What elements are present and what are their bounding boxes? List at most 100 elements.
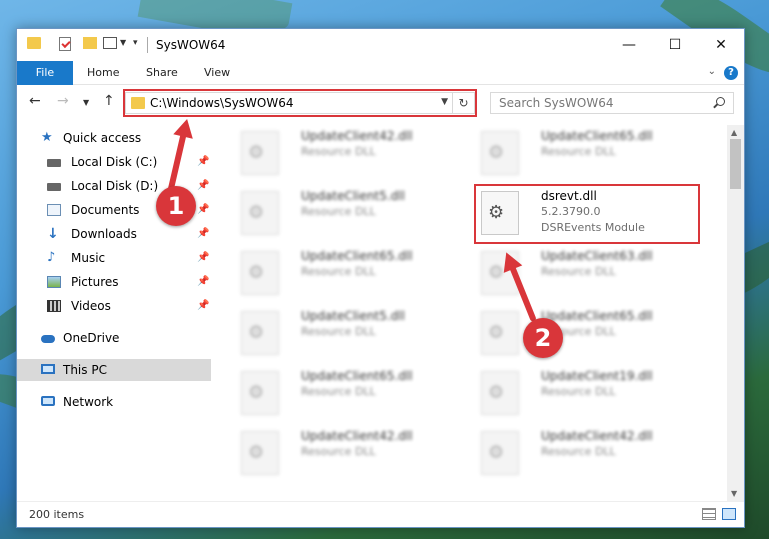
properties-icon[interactable] [59,37,71,51]
new-folder-icon[interactable] [83,37,97,49]
disk-icon [47,159,61,167]
window-title: SysWOW64 [156,38,226,52]
file-tile[interactable]: UpdateClient65.dll Resource DLL [237,367,467,421]
videos-icon [47,300,61,312]
file-name: UpdateClient65.dll [301,249,413,263]
sidebar-item-this-pc[interactable]: This PC [17,359,211,381]
file-description: Resource DLL [541,445,616,458]
search-box[interactable]: Search SysWOW64 [490,92,734,114]
dll-file-icon [241,251,279,295]
scrollbar-thumb[interactable] [730,139,741,189]
sidebar-item-downloads[interactable]: ↓ Downloads 📌 [17,223,211,245]
file-description: Resource DLL [301,325,376,338]
minimize-button[interactable]: — [606,29,652,61]
pin-icon[interactable]: 📌 [197,199,209,221]
pin-icon[interactable]: 📌 [197,223,209,245]
file-description: Resource DLL [301,265,376,278]
file-name: UpdateClient19.dll [541,369,653,383]
sidebar-item-label: Network [63,395,114,409]
music-icon: ♪ [47,250,56,265]
divider [147,37,148,53]
downloads-icon: ↓ [47,226,59,242]
sidebar-item-network[interactable]: Network [17,391,211,413]
close-button[interactable]: ✕ [698,29,744,61]
vertical-scrollbar[interactable]: ▲ ▼ [727,125,744,501]
disk-icon [47,183,61,191]
file-description: Resource DLL [541,385,616,398]
scroll-up-icon[interactable]: ▲ [731,128,737,137]
sidebar-item-label: This PC [63,363,107,377]
file-name: UpdateClient42.dll [541,429,653,443]
file-tile[interactable]: UpdateClient65.dll Resource DLL [477,307,707,361]
sidebar-item-label: Documents [71,203,140,217]
pin-icon[interactable]: 📌 [197,271,209,293]
customize-toolbar-icon[interactable]: ▾ [133,38,138,48]
dll-file-icon [481,371,519,415]
network-icon [41,396,55,406]
file-name: UpdateClient5.dll [301,309,405,323]
dll-file-icon [241,311,279,355]
sidebar-item-music[interactable]: ♪ Music 📌 [17,247,211,269]
sidebar-item-videos[interactable]: Videos 📌 [17,295,211,317]
sidebar-item-label: Quick access [63,131,142,145]
file-name: UpdateClient5.dll [301,189,405,203]
dll-file-icon [241,131,279,175]
dll-file-icon [481,311,519,355]
folder-icon [27,37,41,49]
scroll-down-icon[interactable]: ▼ [731,489,737,498]
chevron-down-icon[interactable]: ▼ [120,38,126,47]
file-description: Resource DLL [301,445,376,458]
sidebar-item-label: Downloads [71,227,137,241]
file-tile[interactable]: UpdateClient65.dll Resource DLL [237,247,467,301]
details-view-icon[interactable] [702,508,716,520]
file-name: UpdateClient65.dll [541,309,653,323]
up-arrow-icon[interactable]: ↑ [103,93,115,109]
file-description: Resource DLL [301,205,376,218]
file-tile[interactable]: UpdateClient42.dll Resource DLL [237,127,467,181]
file-tile[interactable]: UpdateClient42.dll Resource DLL [477,427,707,481]
file-tile[interactable]: UpdateClient19.dll Resource DLL [477,367,707,421]
file-tile[interactable]: UpdateClient5.dll Resource DLL [237,307,467,361]
file-description: Resource DLL [541,265,616,278]
help-icon[interactable]: ? [724,66,738,80]
dll-file-icon [241,191,279,235]
file-highlight-box [474,184,700,244]
navigation-pane: ★ Quick access Local Disk (C:) 📌 Local D… [17,125,211,501]
expand-ribbon-icon[interactable]: ⌄ [708,66,716,77]
file-tile[interactable]: UpdateClient42.dll Resource DLL [237,427,467,481]
file-description: Resource DLL [301,385,376,398]
tiles-view-icon[interactable] [722,508,736,520]
view-options-icon[interactable] [103,37,117,49]
maximize-button[interactable]: ☐ [652,29,698,61]
item-count: 200 items [29,508,85,521]
pin-icon[interactable]: 📌 [197,247,209,269]
sidebar-item-label: Videos [71,299,111,313]
recent-locations-icon[interactable]: ▼ [83,98,89,107]
sidebar-item-onedrive[interactable]: OneDrive [17,327,211,349]
file-tile[interactable]: UpdateClient5.dll Resource DLL [237,187,467,241]
tab-home[interactable]: Home [75,61,131,85]
star-icon: ★ [41,130,53,145]
sidebar-item-label: Pictures [71,275,119,289]
tab-view[interactable]: View [192,61,242,85]
pin-icon[interactable]: 📌 [197,151,209,173]
search-icon[interactable] [716,97,725,106]
this-pc-icon [41,364,55,374]
dll-file-icon [241,431,279,475]
file-tile[interactable]: UpdateClient65.dll Resource DLL [477,127,707,181]
file-name: UpdateClient42.dll [301,429,413,443]
sidebar-item-label: Local Disk (D:) [71,179,159,193]
pictures-icon [47,276,61,288]
pin-icon[interactable]: 📌 [197,175,209,197]
file-description: Resource DLL [301,145,376,158]
back-arrow-icon[interactable]: ← [29,93,41,109]
file-list: UpdateClient42.dll Resource DLL UpdateCl… [217,125,727,501]
forward-arrow-icon[interactable]: → [57,93,69,109]
sidebar-item-label: Music [71,251,106,265]
pin-icon[interactable]: 📌 [197,295,209,317]
search-input[interactable]: Search SysWOW64 [499,96,613,110]
sidebar-item-pictures[interactable]: Pictures 📌 [17,271,211,293]
tab-share[interactable]: Share [134,61,190,85]
tab-file[interactable]: File [17,61,73,85]
status-bar: 200 items [17,501,744,527]
